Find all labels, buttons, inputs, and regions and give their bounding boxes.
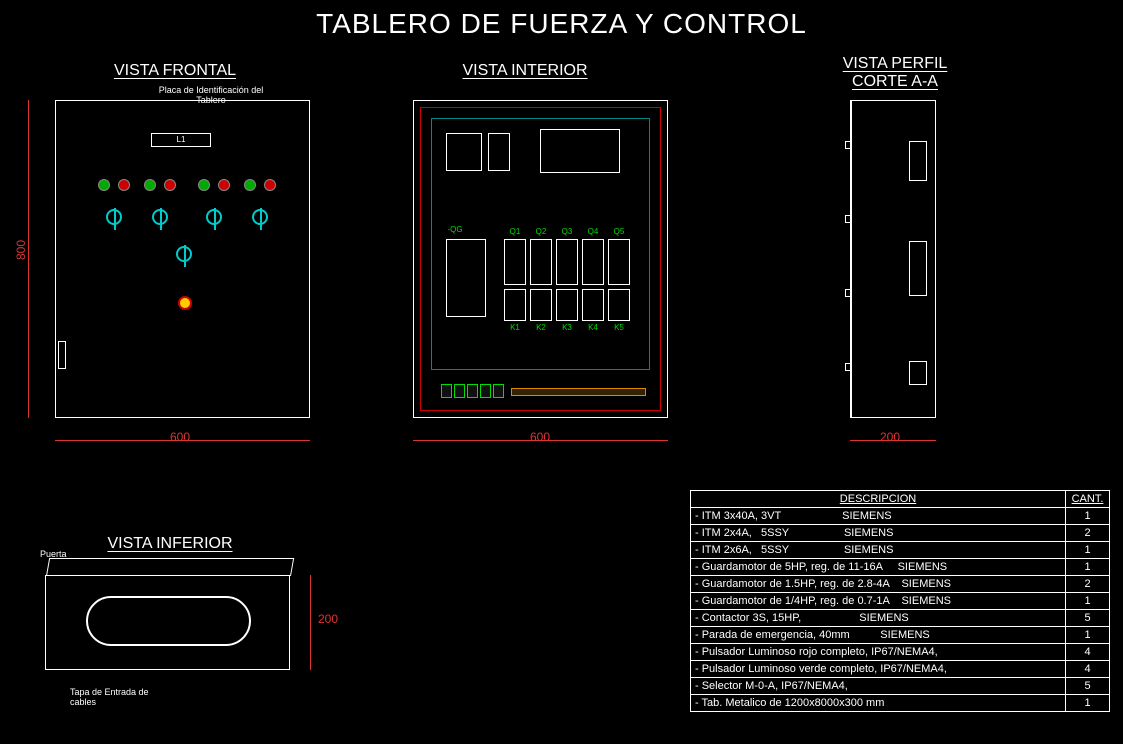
main-breaker-qg	[446, 239, 486, 317]
selector-1	[106, 209, 122, 225]
profile-device-3	[909, 361, 927, 385]
profile-device-2	[909, 241, 927, 296]
table-row: - Contactor 3S, 15HP, SIEMENS5	[691, 610, 1110, 627]
contactor-k5	[608, 289, 630, 321]
label-q4: Q4	[582, 227, 604, 236]
dim-text-800: 800	[14, 240, 28, 260]
guardamotor-q5	[608, 239, 630, 285]
hinge-rail	[845, 141, 851, 371]
terminal-5	[493, 384, 504, 398]
note-tapa: Tapa de Entrada de cables	[70, 688, 170, 708]
indicator-green-4	[244, 179, 256, 191]
terminal-1	[441, 384, 452, 398]
note-id-plate: Placa de Identificación del Tablero	[151, 86, 271, 106]
dim-line-200-bottom	[310, 575, 311, 670]
label-vista-perfil: VISTA PERFIL CORTE A-A	[825, 55, 965, 91]
contactor-k1	[504, 289, 526, 321]
indicator-green-3	[198, 179, 210, 191]
table-row: - Guardamotor de 1.5HP, reg. de 2.8-4A S…	[691, 576, 1110, 593]
label-k5: K5	[608, 323, 630, 332]
terminal-3	[467, 384, 478, 398]
profile-panel	[850, 100, 936, 418]
table-row: - Parada de emergencia, 40mm SIEMENS1	[691, 627, 1110, 644]
table-row: - Guardamotor de 5HP, reg. de 11-16A SIE…	[691, 559, 1110, 576]
note-puerta: Puerta	[40, 550, 90, 560]
label-vista-interior: VISTA INTERIOR	[440, 62, 610, 80]
emergency-stop	[178, 296, 192, 310]
terminal-2	[454, 384, 465, 398]
bottom-view-door	[46, 558, 294, 576]
dim-text-600-front: 600	[170, 430, 190, 444]
table-row: - Pulsador Luminoso rojo completo, IP67/…	[691, 644, 1110, 661]
breaker-small-1	[446, 133, 482, 171]
label-q2: Q2	[530, 227, 552, 236]
guardamotor-q3	[556, 239, 578, 285]
label-k1: K1	[504, 323, 526, 332]
parts-header-qty: CANT.	[1066, 491, 1110, 508]
table-row: - ITM 2x6A, 5SSY SIEMENS1	[691, 542, 1110, 559]
indicator-red-2	[164, 179, 176, 191]
interior-backplate: -QG Q1 Q2 Q3 Q4 Q5 K1 K2 K3 K4 K5	[420, 107, 661, 411]
parts-header-desc: DESCRIPCION	[691, 491, 1066, 508]
selector-3	[206, 209, 222, 225]
dim-line-800	[28, 100, 29, 418]
label-q1: Q1	[504, 227, 526, 236]
contactor-k3	[556, 289, 578, 321]
label-qg: -QG	[440, 225, 470, 234]
parts-table: DESCRIPCION CANT. - ITM 3x40A, 3VT SIEME…	[690, 490, 1110, 712]
label-k3: K3	[556, 323, 578, 332]
label-vista-inferior: VISTA INFERIOR	[90, 535, 250, 553]
selector-4	[252, 209, 268, 225]
contactor-k2	[530, 289, 552, 321]
interior-panel: -QG Q1 Q2 Q3 Q4 Q5 K1 K2 K3 K4 K5	[413, 100, 668, 418]
table-row: - ITM 2x4A, 5SSY SIEMENS2	[691, 525, 1110, 542]
cable-entry-hole	[86, 596, 251, 646]
contactor-k4	[582, 289, 604, 321]
indicator-green-1	[98, 179, 110, 191]
guardamotor-q1	[504, 239, 526, 285]
dim-text-200-profile: 200	[880, 430, 900, 444]
guardamotor-q2	[530, 239, 552, 285]
identification-plate: L1	[151, 133, 211, 147]
plc-or-main	[540, 129, 620, 173]
guardamotor-q4	[582, 239, 604, 285]
indicator-red-4	[264, 179, 276, 191]
terminal-4	[480, 384, 491, 398]
table-row: - Guardamotor de 1/4HP, reg. de 0.7-1A S…	[691, 593, 1110, 610]
indicator-red-3	[218, 179, 230, 191]
indicator-green-2	[144, 179, 156, 191]
front-panel: L1 Placa de Identificación del Tablero	[55, 100, 310, 418]
drawing-title: TABLERO DE FUERZA Y CONTROL	[0, 8, 1123, 40]
selector-5	[176, 246, 192, 262]
profile-device-1	[909, 141, 927, 181]
table-row: - Selector M-0-A, IP67/NEMA4,5	[691, 678, 1110, 695]
door-handle	[58, 341, 66, 369]
label-q3: Q3	[556, 227, 578, 236]
breaker-small-2	[488, 133, 510, 171]
terminal-strip	[511, 388, 646, 396]
din-frame: -QG Q1 Q2 Q3 Q4 Q5 K1 K2 K3 K4 K5	[431, 118, 650, 370]
table-row: - Pulsador Luminoso verde completo, IP67…	[691, 661, 1110, 678]
indicator-red-1	[118, 179, 130, 191]
label-q5: Q5	[608, 227, 630, 236]
dim-text-200-bottom: 200	[318, 612, 338, 626]
selector-2	[152, 209, 168, 225]
label-vista-frontal: VISTA FRONTAL	[100, 62, 250, 80]
bottom-view-panel	[45, 575, 290, 670]
dim-text-600-interior: 600	[530, 430, 550, 444]
label-k2: K2	[530, 323, 552, 332]
table-row: - ITM 3x40A, 3VT SIEMENS1	[691, 508, 1110, 525]
label-k4: K4	[582, 323, 604, 332]
table-row: - Tab. Metalico de 1200x8000x300 mm1	[691, 695, 1110, 712]
